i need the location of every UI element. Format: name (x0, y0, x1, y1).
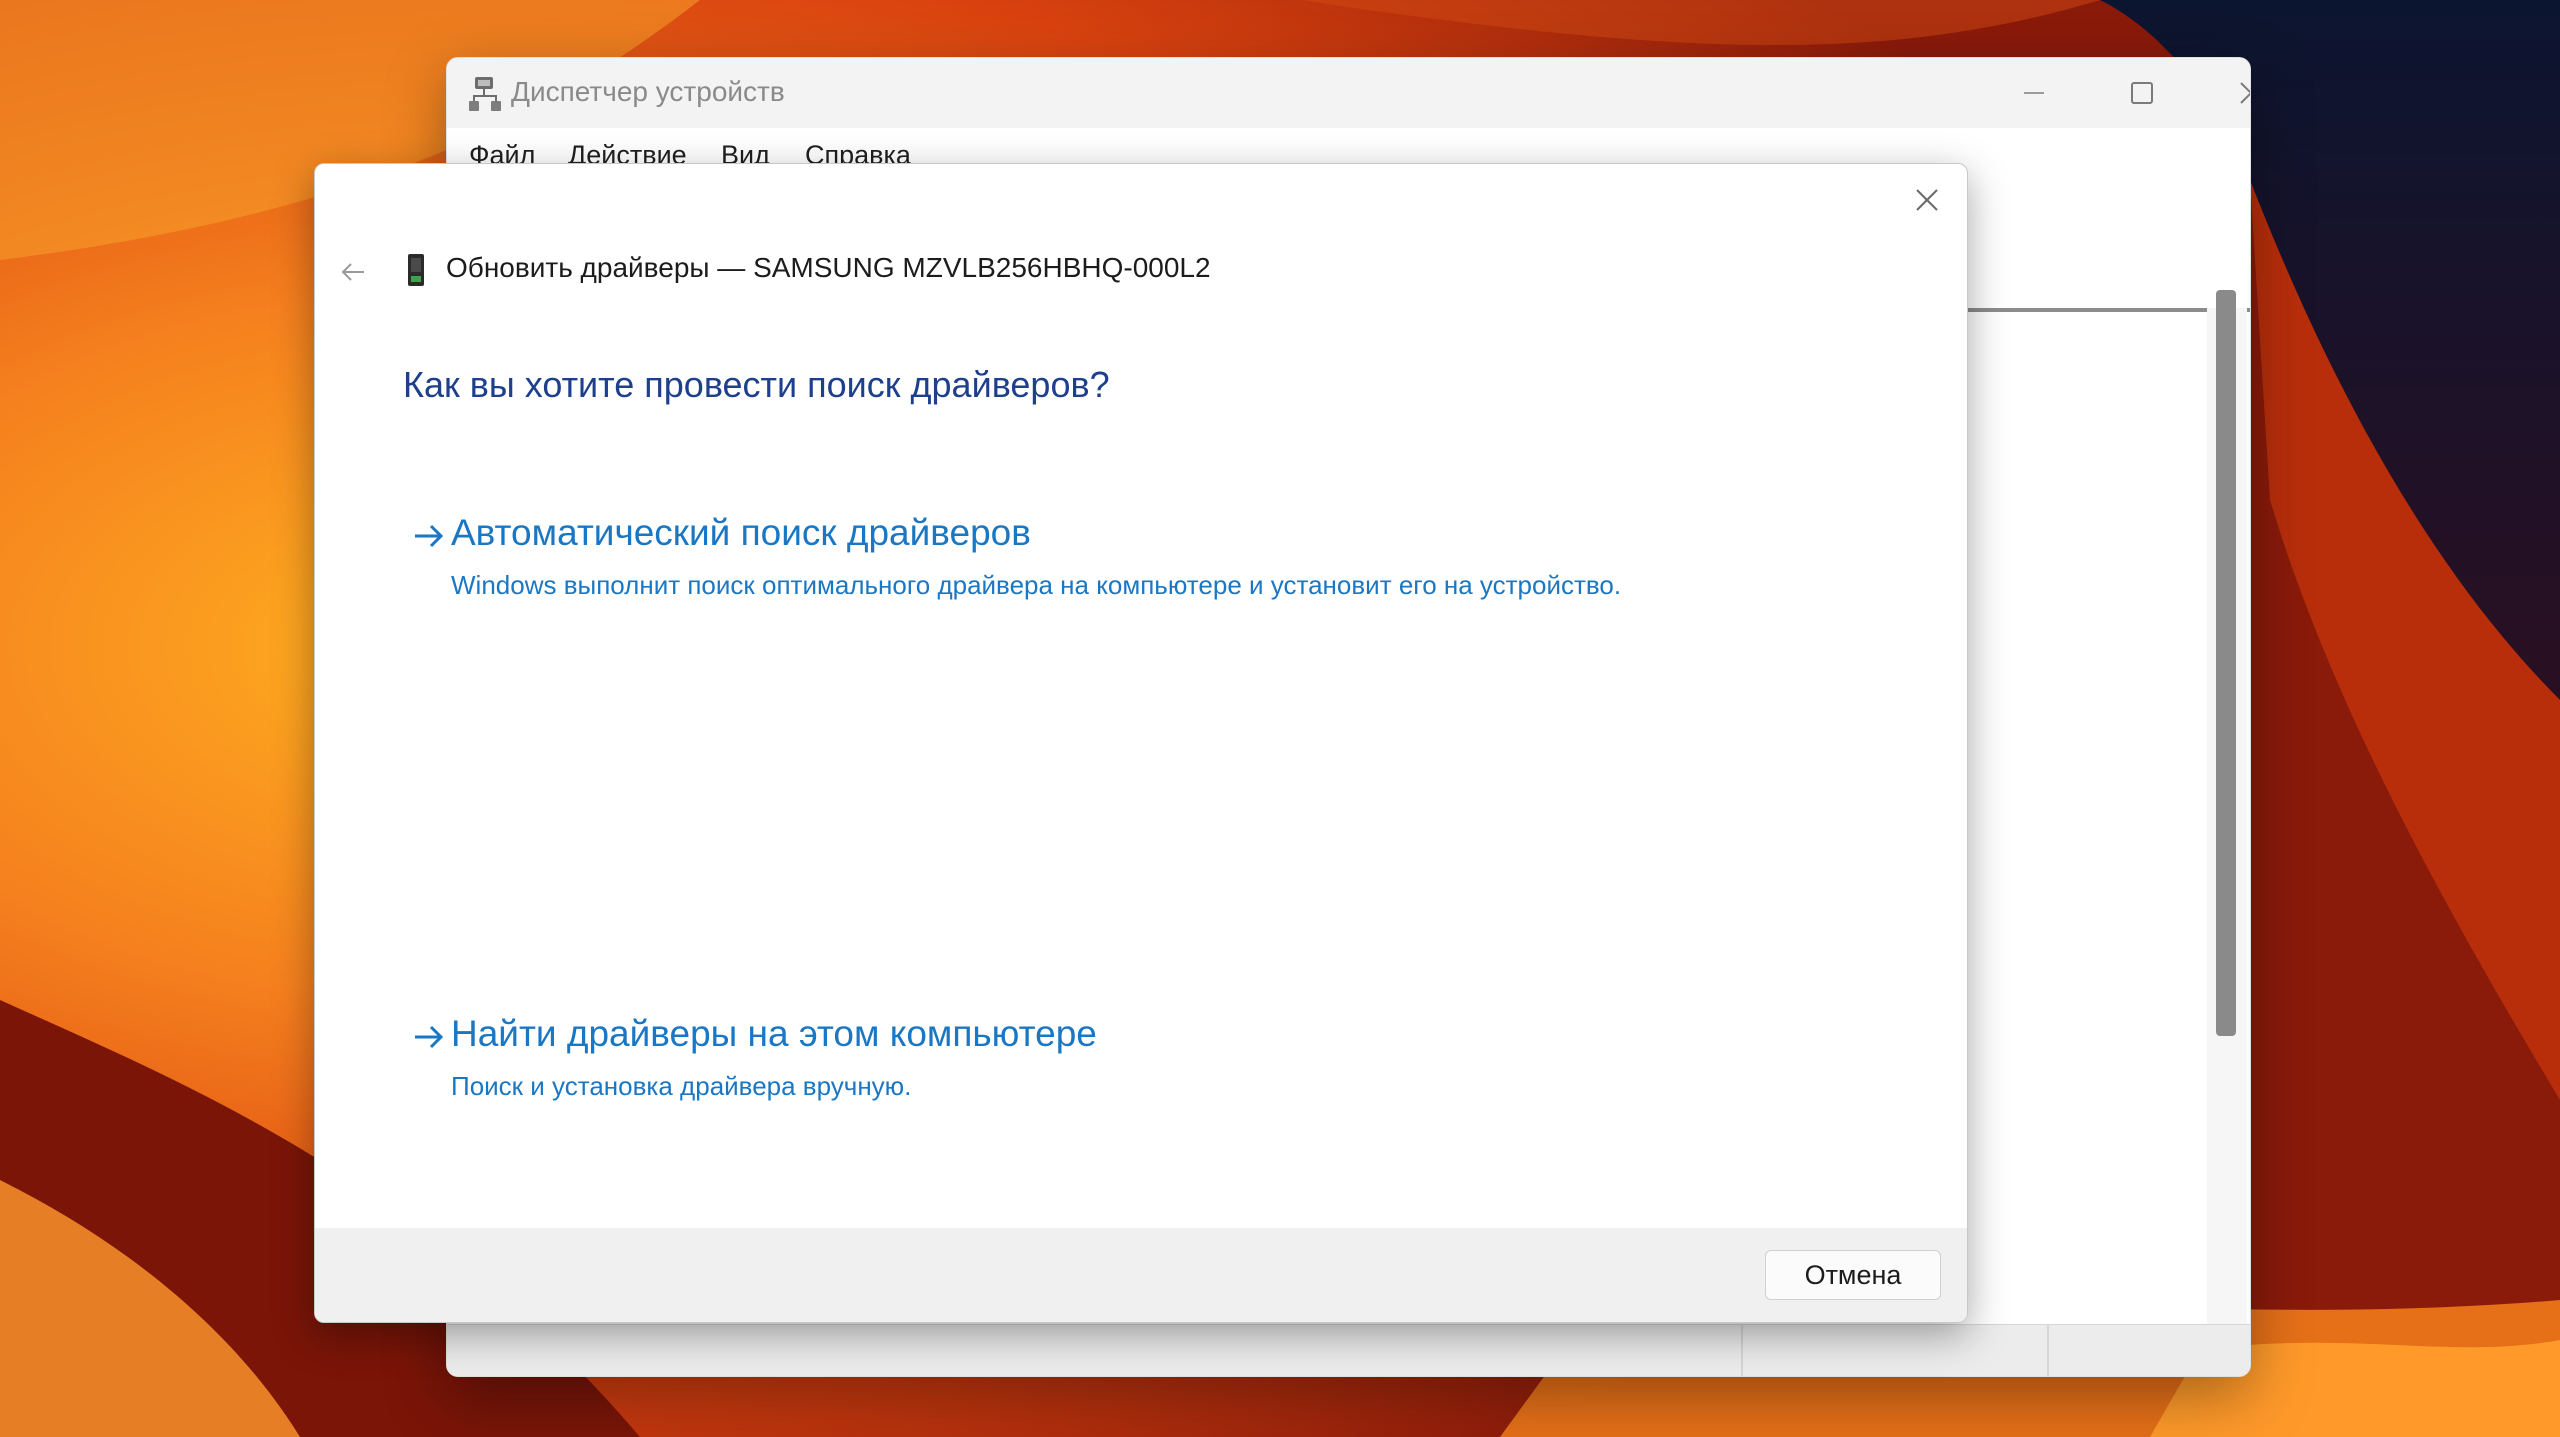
option-auto-search[interactable]: Автоматический поиск драйверов Windows в… (411, 512, 1811, 612)
status-separator (2047, 1325, 2049, 1376)
option-auto-search-description: Windows выполнит поиск оптимального драй… (451, 570, 1622, 600)
drive-icon (408, 254, 424, 286)
arrow-right-icon (415, 524, 444, 548)
minimize-icon (2024, 92, 2044, 94)
update-drivers-dialog: Обновить драйверы — SAMSUNG MZVLB256HBHQ… (314, 163, 1968, 1323)
option-browse-computer-title[interactable]: Найти драйверы на этом компьютере (451, 1013, 1097, 1055)
device-manager-titlebar[interactable]: Диспетчер устройств (447, 58, 2250, 128)
cancel-button[interactable]: Отмена (1765, 1250, 1941, 1300)
arrow-left-icon (341, 263, 364, 281)
back-button[interactable] (331, 250, 375, 294)
device-manager-icon (469, 77, 501, 111)
option-auto-search-title[interactable]: Автоматический поиск драйверов (451, 512, 1031, 554)
minimize-button[interactable] (1980, 58, 2088, 128)
status-bar (447, 1324, 2250, 1376)
dialog-footer: Отмена (315, 1228, 1967, 1322)
arrow-right-icon (415, 1025, 444, 1049)
dialog-header-title: Обновить драйверы — SAMSUNG MZVLB256HBHQ… (446, 252, 1211, 283)
dialog-question: Как вы хотите провести поиск драйверов? (403, 364, 1110, 405)
option-browse-computer-description: Поиск и установка драйвера вручную. (451, 1071, 912, 1101)
option-browse-computer[interactable]: Найти драйверы на этом компьютере Поиск … (411, 1013, 1411, 1113)
scrollbar-thumb[interactable] (2216, 290, 2236, 1036)
window-title: Диспетчер устройств (511, 76, 785, 107)
maximize-icon (2131, 82, 2153, 104)
close-button[interactable] (2197, 58, 2250, 128)
close-icon (2240, 82, 2250, 104)
close-icon (1916, 189, 1938, 211)
maximize-button[interactable] (2088, 58, 2196, 128)
dialog-close-button[interactable] (1897, 174, 1957, 226)
status-separator (1741, 1325, 1743, 1376)
